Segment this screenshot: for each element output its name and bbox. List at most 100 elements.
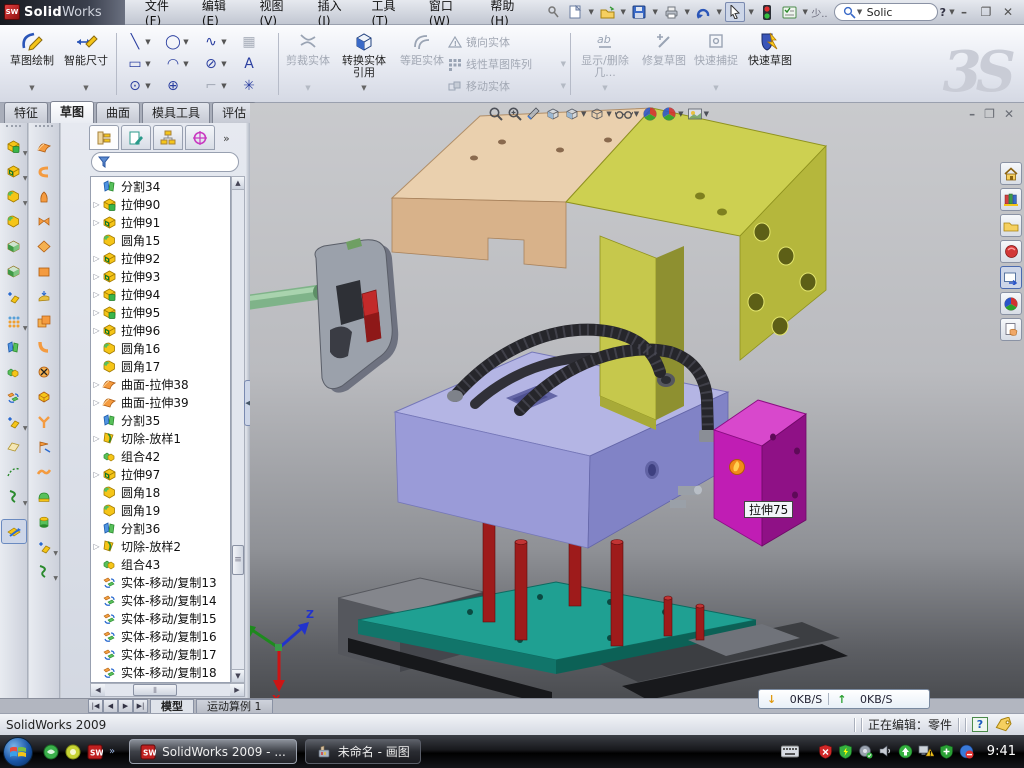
quick-snaps-button[interactable]: 快速捕捉 ▼ bbox=[690, 25, 742, 95]
entity-caret-icon[interactable]: ▼ bbox=[144, 60, 152, 68]
smart-dimension-button[interactable]: 智能尺寸 ▼ bbox=[60, 25, 112, 95]
ribbon-stack-item-2[interactable]: 移动实体▼ bbox=[448, 75, 566, 97]
sketch-entity-6[interactable]: ⊘▼ bbox=[198, 53, 236, 75]
tree-item-拉伸90[interactable]: ▷拉伸90 bbox=[91, 195, 230, 213]
tree-item-切除-放样2[interactable]: ▷切除-放样2 bbox=[91, 537, 230, 555]
entity-caret-icon[interactable]: ▼ bbox=[220, 82, 228, 90]
display-delete-relations-button[interactable]: ab 显示/删除几... ▼ bbox=[576, 25, 634, 95]
tree-item-实体-移动/复制18[interactable]: 实体-移动/复制18 bbox=[91, 663, 230, 681]
doc-restore-button[interactable]: ❐ bbox=[984, 107, 995, 121]
surfaces-surface-knit[interactable] bbox=[31, 309, 57, 334]
tab-草图[interactable]: 草图 bbox=[50, 101, 94, 123]
entity-caret-icon[interactable]: ▼ bbox=[144, 38, 152, 46]
new-document-icon[interactable] bbox=[565, 2, 585, 22]
tree-item-实体-移动/复制13[interactable]: 实体-移动/复制13 bbox=[91, 573, 230, 591]
expander-icon[interactable]: ▷ bbox=[91, 308, 102, 317]
scroll-down-icon[interactable]: ▼ bbox=[232, 669, 244, 682]
features-plane[interactable] bbox=[1, 434, 27, 459]
tree-item-曲面-拉伸39[interactable]: ▷曲面-拉伸39 bbox=[91, 393, 230, 411]
sketch-entity-2[interactable]: ∿▼ bbox=[198, 31, 236, 53]
surfaces-surface-extrude[interactable] bbox=[31, 134, 57, 159]
surfaces-surface-boundary[interactable] bbox=[31, 234, 57, 259]
tree-horizontal-scrollbar[interactable]: ◀ ▶ bbox=[90, 683, 245, 697]
tree-item-曲面-拉伸38[interactable]: ▷曲面-拉伸38 bbox=[91, 375, 230, 393]
entity-caret-icon[interactable]: ▼ bbox=[144, 82, 152, 90]
hud-view-orientation[interactable] bbox=[545, 106, 561, 122]
hud-apply-scene[interactable]: ▼ bbox=[661, 106, 683, 122]
options-list-icon[interactable] bbox=[779, 2, 799, 22]
tree-item-拉伸93[interactable]: ▷拉伸93 bbox=[91, 267, 230, 285]
features-shell[interactable] bbox=[1, 259, 27, 284]
trim-entities-button[interactable]: 剪裁实体 ▼ bbox=[282, 25, 334, 95]
surfaces-spline-2[interactable]: ▼ bbox=[31, 559, 57, 584]
select-tool-icon[interactable] bbox=[725, 2, 745, 22]
tree-item-拉伸97[interactable]: ▷拉伸97 bbox=[91, 465, 230, 483]
convert-entities-button[interactable]: 转换实体引用 ▼ bbox=[338, 25, 390, 95]
taskpane-custom-properties[interactable] bbox=[1000, 318, 1022, 341]
surfaces-drag-handle[interactable] bbox=[35, 125, 53, 132]
surfaces-surface-trim[interactable] bbox=[31, 384, 57, 409]
restore-button[interactable]: ❐ bbox=[978, 5, 994, 19]
taskpane-design-library[interactable] bbox=[1000, 188, 1022, 211]
tree-item-圆角15[interactable]: 圆角15 bbox=[91, 231, 230, 249]
doc-tab-模型[interactable]: 模型 bbox=[150, 699, 194, 713]
features-reference-geometry[interactable]: ▼ bbox=[1, 409, 27, 434]
ribbon-stack-item-1[interactable]: 线性草图阵列▼ bbox=[448, 53, 566, 75]
scroll-up-icon[interactable]: ▲ bbox=[232, 177, 244, 190]
hud-section-view[interactable] bbox=[526, 106, 542, 122]
tray-security-speed[interactable] bbox=[838, 744, 853, 759]
tag-icon[interactable] bbox=[994, 717, 1014, 733]
features-extruded-boss[interactable]: ▼ bbox=[1, 159, 27, 184]
expander-icon[interactable]: ▷ bbox=[91, 470, 102, 479]
hud-hide-show-items[interactable]: ▼ bbox=[615, 107, 639, 121]
features-fillet[interactable]: ▼ bbox=[1, 184, 27, 209]
tree-item-拉伸91[interactable]: ▷拉伸91 bbox=[91, 213, 230, 231]
surfaces-surface-untrim[interactable] bbox=[31, 409, 57, 434]
surfaces-surface-loft[interactable] bbox=[31, 209, 57, 234]
surfaces-surface-fill[interactable] bbox=[31, 484, 57, 509]
search-input[interactable]: Solic bbox=[867, 6, 893, 19]
minimize-button[interactable]: – bbox=[956, 5, 972, 19]
sketch-entity-11[interactable]: ✳ bbox=[236, 75, 274, 97]
pin-icon[interactable] bbox=[543, 2, 563, 22]
surfaces-delete-face[interactable] bbox=[31, 359, 57, 384]
doc-tab-nav-0[interactable]: |◀ bbox=[88, 699, 103, 713]
select-caret-icon[interactable]: ▼ bbox=[747, 8, 755, 16]
quicklaunch-media-app[interactable] bbox=[65, 744, 81, 760]
sketch-entity-5[interactable]: ◠▼ bbox=[160, 53, 198, 75]
open-icon[interactable] bbox=[597, 2, 617, 22]
taskpane-appearances-scenes[interactable] bbox=[1000, 292, 1022, 315]
tab-曲面[interactable]: 曲面 bbox=[96, 102, 140, 123]
hud-zoom-to-area[interactable] bbox=[507, 106, 523, 122]
expander-icon[interactable]: ▷ bbox=[91, 200, 102, 209]
panel-tabs-overflow-icon[interactable]: » bbox=[223, 132, 230, 145]
new-caret-icon[interactable]: ▼ bbox=[587, 8, 595, 16]
tab-模具工具[interactable]: 模具工具 bbox=[142, 102, 210, 123]
tree-item-拉伸92[interactable]: ▷拉伸92 bbox=[91, 249, 230, 267]
tree-item-分割36[interactable]: 分割36 bbox=[91, 519, 230, 537]
doc-close-button[interactable]: ✕ bbox=[1004, 107, 1014, 121]
help-menu[interactable]: ? bbox=[940, 6, 946, 19]
surfaces-freeform[interactable] bbox=[31, 459, 57, 484]
ribbon-stack-item-0[interactable]: !镜向实体 bbox=[448, 31, 566, 53]
features-drag-handle[interactable] bbox=[6, 125, 21, 132]
expander-icon[interactable]: ▷ bbox=[91, 434, 102, 443]
traffic-light-icon[interactable] bbox=[757, 2, 777, 22]
help-caret-icon[interactable]: ▼ bbox=[948, 8, 956, 16]
features-linear-pattern[interactable]: ▼ bbox=[1, 309, 27, 334]
expander-icon[interactable]: ▷ bbox=[91, 290, 102, 299]
entity-caret-icon[interactable]: ▼ bbox=[182, 60, 190, 68]
entity-caret-icon[interactable]: ▼ bbox=[182, 38, 190, 46]
doc-tab-运动算例 1[interactable]: 运动算例 1 bbox=[196, 699, 273, 713]
hud-view-setting-2[interactable]: ▼ bbox=[687, 107, 709, 121]
tray-antivirus-shield[interactable] bbox=[818, 744, 833, 759]
taskbar-button-0[interactable]: SWSolidWorks 2009 - ... bbox=[129, 739, 297, 764]
sketch-entity-8[interactable]: ⊙▼ bbox=[122, 75, 160, 97]
taskbar-button-1[interactable]: 未命名 - 画图 bbox=[305, 739, 421, 764]
sketch-entity-9[interactable]: ⊕ bbox=[160, 75, 198, 97]
options-caret-icon[interactable]: ▼ bbox=[801, 8, 809, 16]
search-caret-icon[interactable]: ▼ bbox=[856, 8, 864, 16]
save-caret-icon[interactable]: ▼ bbox=[651, 8, 659, 16]
tray-sync-blocked[interactable] bbox=[959, 744, 974, 759]
surfaces-surface-extend[interactable] bbox=[31, 334, 57, 359]
